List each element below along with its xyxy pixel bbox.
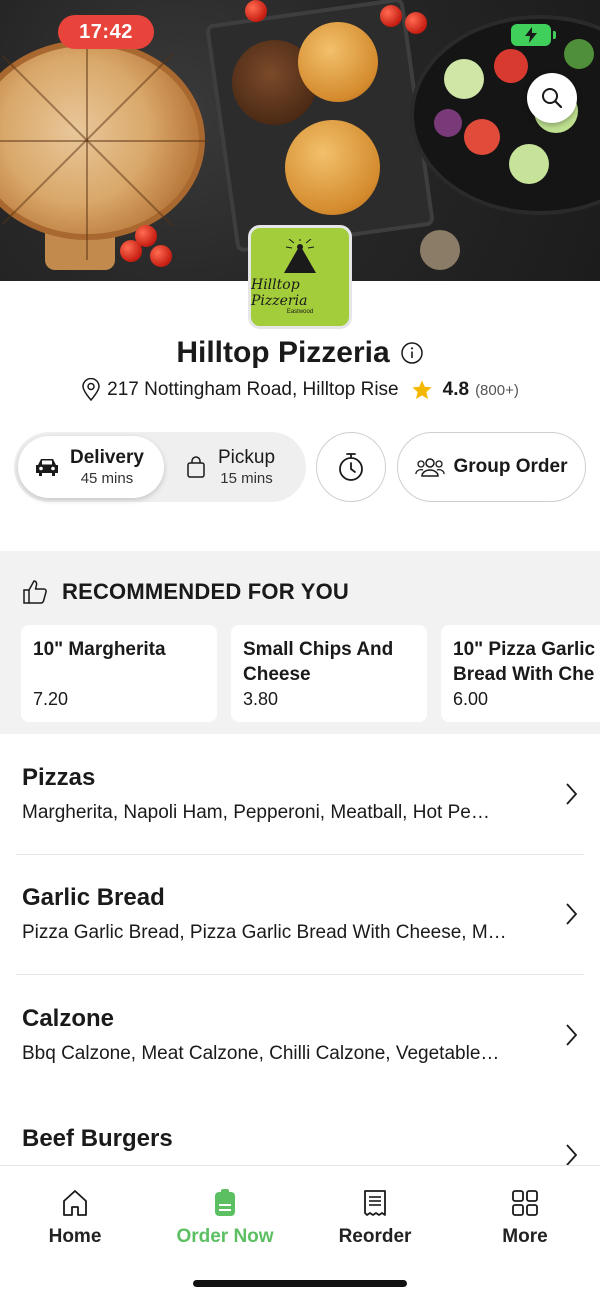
bottom-navigation: Home Order Now Reorder More — [0, 1165, 600, 1298]
recommended-item-price: 7.20 — [33, 689, 69, 709]
thumbs-up-icon — [23, 580, 47, 604]
group-icon — [415, 458, 446, 477]
search-icon — [542, 88, 563, 109]
nav-more[interactable]: More — [450, 1188, 600, 1248]
rating-count: (800+) — [475, 381, 519, 399]
delivery-option[interactable]: Delivery 45 mins — [18, 436, 164, 498]
recommended-card[interactable]: Small Chips And Cheese 3.80 — [231, 625, 427, 722]
recommended-item-name: 10" Pizza Garlic Bread With Che — [453, 639, 596, 685]
category-name: Pizzas — [22, 764, 96, 791]
car-icon — [36, 459, 58, 476]
recommended-heading: RECOMMENDED FOR YOU — [62, 579, 349, 604]
pickup-time: 15 mins — [220, 469, 273, 487]
recommended-item-name: Small Chips And Cheese — [243, 639, 394, 685]
category-description: Pizza Garlic Bread, Pizza Garlic Bread W… — [22, 922, 507, 943]
shopping-bag-icon — [187, 456, 205, 478]
category-name: Beef Burgers — [22, 1125, 173, 1152]
category-description: Bbq Calzone, Meat Calzone, Chilli Calzon… — [22, 1043, 500, 1064]
group-order-label: Group Order — [453, 456, 568, 477]
restaurant-name: Hilltop Pizzeria — [176, 336, 390, 369]
nav-label: Order Now — [176, 1226, 274, 1247]
chevron-right-icon — [560, 1143, 582, 1167]
rating-value: 4.8 — [442, 379, 470, 400]
category-name: Garlic Bread — [22, 884, 165, 911]
recommended-item-price: 3.80 — [243, 689, 279, 709]
nav-label: Home — [48, 1226, 102, 1247]
status-time: 17:42 — [58, 15, 154, 49]
nav-label: Reorder — [338, 1226, 412, 1247]
category-description: Margherita, Napoli Ham, Pepperoni, Meatb… — [22, 802, 490, 823]
grid-icon — [512, 1190, 538, 1216]
category-name: Calzone — [22, 1005, 115, 1032]
nav-order-now[interactable]: Order Now — [150, 1188, 300, 1248]
climber-icon — [284, 239, 316, 273]
pickup-option[interactable]: Pickup 15 mins — [186, 436, 304, 498]
delivery-time: 45 mins — [80, 469, 134, 487]
logo-text: Hilltop Pizzeria — [251, 277, 308, 309]
address-row: 217 Nottingham Road, Hilltop Rise 4.8 (8… — [0, 378, 600, 402]
chevron-right-icon — [560, 1023, 582, 1047]
chevron-right-icon — [560, 782, 582, 806]
schedule-button[interactable] — [316, 432, 386, 502]
category-row[interactable]: Calzone Bbq Calzone, Meat Calzone, Chill… — [0, 975, 600, 1095]
star-icon — [412, 380, 432, 399]
category-row[interactable]: Pizzas Margherita, Napoli Ham, Pepperoni… — [0, 734, 600, 854]
recommended-section: RECOMMENDED FOR YOU 10" Margherita 7.20 … — [0, 551, 600, 734]
order-mode-switch: Delivery 45 mins Pickup 15 mins — [14, 432, 306, 502]
recommended-item-price: 6.00 — [453, 689, 489, 709]
receipt-icon — [364, 1190, 386, 1216]
recommended-card[interactable]: 10" Pizza Garlic Bread With Che 6.00 — [441, 625, 600, 722]
info-icon[interactable] — [400, 341, 424, 365]
chevron-right-icon — [560, 902, 582, 926]
home-indicator[interactable] — [193, 1280, 407, 1287]
group-order-button[interactable]: Group Order — [397, 432, 586, 502]
nav-reorder[interactable]: Reorder — [300, 1188, 450, 1248]
category-row[interactable]: Garlic Bread Pizza Garlic Bread, Pizza G… — [0, 854, 600, 974]
home-icon — [63, 1190, 87, 1216]
restaurant-address: 217 Nottingham Road, Hilltop Rise — [107, 379, 399, 400]
search-button[interactable] — [527, 73, 577, 123]
stopwatch-icon — [339, 453, 363, 481]
logo-subtext: Eastwood — [286, 309, 314, 315]
pizza-image — [0, 20, 208, 260]
nav-home[interactable]: Home — [0, 1188, 150, 1248]
location-pin-icon — [82, 378, 100, 402]
pickup-label: Pickup — [218, 446, 276, 468]
delivery-label: Delivery — [70, 446, 144, 468]
battery-charging-icon — [511, 24, 556, 46]
recommended-header: RECOMMENDED FOR YOU — [22, 579, 349, 605]
salad-bowl-image — [410, 15, 600, 215]
recommended-item-name: 10" Margherita — [33, 639, 166, 660]
restaurant-title-row: Hilltop Pizzeria — [0, 336, 600, 370]
nav-label: More — [502, 1226, 548, 1247]
order-icon — [215, 1189, 235, 1216]
restaurant-logo: Hilltop Pizzeria Eastwood — [248, 225, 352, 329]
recommended-card[interactable]: 10" Margherita 7.20 — [21, 625, 217, 722]
